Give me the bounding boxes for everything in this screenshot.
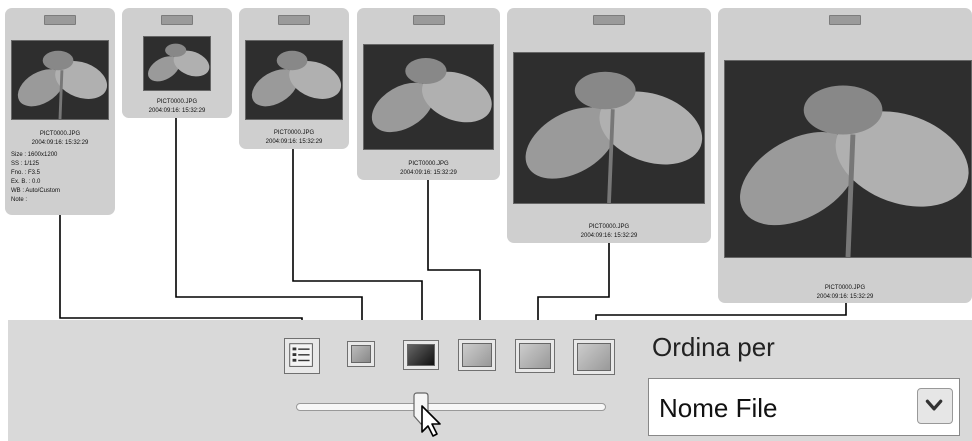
thumbnail-icon — [577, 343, 611, 371]
thumbnail-card-size-3: PICT0000.JPG 2004:09:16: 15:32:29 — [357, 8, 500, 180]
detail-note: Note : — [11, 197, 28, 203]
card-tab — [278, 15, 310, 25]
thumbnail-filename: PICT0000.JPG — [273, 130, 315, 136]
detail-aperture: Fno. : F3.5 — [11, 170, 41, 176]
list-view-button[interactable] — [284, 338, 320, 374]
leaf-photo — [513, 52, 705, 204]
thumbnail-datetime: 2004:09:16: 15:32:29 — [580, 233, 638, 239]
thumbnail-filename: PICT0000.JPG — [824, 285, 866, 291]
thumbnail-size-1-button[interactable] — [347, 341, 375, 367]
sort-by-dropdown[interactable]: Nome File — [648, 378, 960, 436]
thumbnail-datetime: 2004:09:16: 15:32:29 — [148, 108, 206, 114]
card-tab — [161, 15, 193, 25]
thumbnail-size-3-button[interactable] — [458, 339, 496, 371]
thumbnail-datetime: 2004:09:16: 15:32:29 — [400, 170, 457, 176]
sort-by-label: Ordina per — [652, 332, 775, 362]
card-tab — [44, 15, 76, 25]
leaf-photo — [11, 40, 109, 120]
thumbnail-card-size-5: PICT0000.JPG 2004:09:16: 15:32:29 — [718, 8, 972, 303]
thumbnail-filename: PICT0000.JPG — [39, 131, 81, 137]
thumbnail-datetime: 2004:09:16: 15:32:29 — [265, 139, 323, 145]
thumbnail-icon — [462, 343, 492, 367]
thumbnail-datetime: 2004:09:16: 15:32:29 — [816, 294, 874, 300]
card-tab — [593, 15, 625, 25]
detail-white-balance: WB : Auto/Custom — [11, 188, 61, 194]
card-tab — [829, 15, 861, 25]
thumbnail-filename: PICT0000.JPG — [408, 161, 449, 167]
thumbnail-size-5-button[interactable] — [573, 339, 615, 375]
thumbnail-icon — [519, 343, 551, 369]
thumbnail-card-size-1: PICT0000.JPG 2004:09:16: 15:32:29 — [122, 8, 232, 118]
mouse-cursor-icon — [421, 405, 441, 437]
detail-size: Size : 1600x1200 — [11, 152, 58, 158]
thumbnail-filename: PICT0000.JPG — [588, 224, 630, 230]
leaf-photo — [724, 60, 972, 258]
thumbnail-icon — [407, 344, 435, 366]
thumbnail-card-details: PICT0000.JPG 2004:09:16: 15:32:29 Size :… — [5, 8, 115, 215]
card-tab — [412, 15, 445, 25]
thumbnail-icon — [351, 345, 371, 363]
thumbnail-datetime: 2004:09:16: 15:32:29 — [31, 140, 89, 146]
leaf-photo — [245, 40, 343, 120]
leaf-photo — [363, 44, 494, 150]
leaf-photo — [143, 36, 211, 91]
sort-by-value: Nome File — [659, 393, 778, 423]
thumbnail-size-2-button[interactable] — [403, 340, 439, 370]
thumbnail-filename: PICT0000.JPG — [156, 99, 198, 105]
detail-exposure-bias: Ex. B. : 0.0 — [11, 179, 41, 185]
dropdown-button[interactable] — [917, 388, 953, 424]
detail-shutter: SS : 1/125 — [11, 161, 40, 167]
chevron-down-icon — [925, 399, 943, 411]
list-icon — [289, 343, 313, 367]
thumbnail-size-4-button[interactable] — [515, 339, 555, 373]
thumbnail-size-slider[interactable] — [296, 403, 606, 411]
thumbnail-card-size-4: PICT0000.JPG 2004:09:16: 15:32:29 — [507, 8, 711, 243]
thumbnail-card-size-2: PICT0000.JPG 2004:09:16: 15:32:29 — [239, 8, 349, 149]
